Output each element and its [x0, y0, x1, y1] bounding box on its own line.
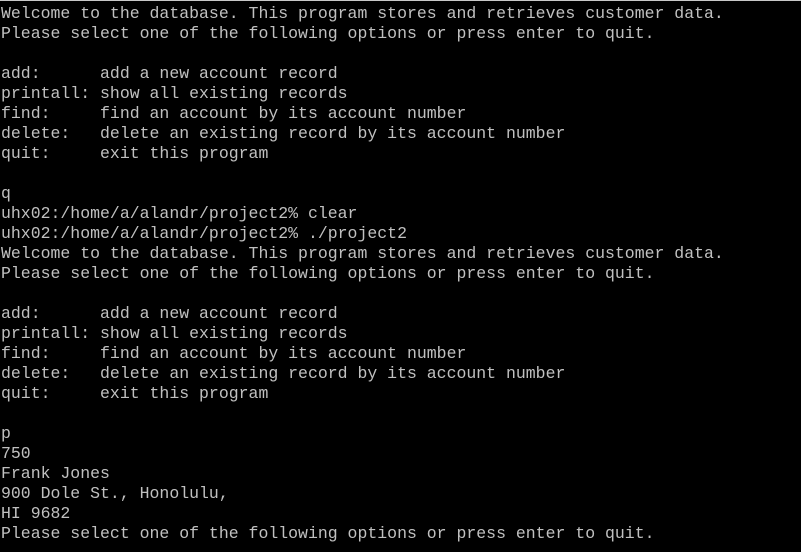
terminal-window[interactable]: Welcome to the database. This program st… [0, 0, 801, 552]
terminal-line: Please select one of the following optio… [1, 264, 655, 283]
menu-option-find: find: find an account by its account num… [1, 344, 467, 363]
menu-option-quit: quit: exit this program [1, 144, 269, 163]
terminal-line: Please select one of the following optio… [1, 24, 655, 43]
record-output-line: 900 Dole St., Honolulu, [1, 484, 229, 503]
menu-option-add: add: add a new account record [1, 304, 338, 323]
terminal-line: Welcome to the database. This program st… [1, 4, 724, 23]
record-output-line: 750 [1, 444, 31, 463]
menu-option-add: add: add a new account record [1, 64, 338, 83]
menu-option-delete: delete: delete an existing record by its… [1, 124, 566, 143]
record-output-line: HI 9682 [1, 504, 71, 523]
terminal-line: Welcome to the database. This program st… [1, 244, 724, 263]
shell-prompt-line: uhx02:/home/a/alandr/project2% ./project… [1, 224, 407, 243]
user-input-line: p [1, 424, 11, 443]
user-input-line: q [1, 184, 11, 203]
menu-option-printall: printall: show all existing records [1, 84, 348, 103]
menu-option-printall: printall: show all existing records [1, 324, 348, 343]
menu-option-delete: delete: delete an existing record by its… [1, 364, 566, 383]
shell-prompt-line: uhx02:/home/a/alandr/project2% clear [1, 204, 358, 223]
menu-option-find: find: find an account by its account num… [1, 104, 467, 123]
menu-option-quit: quit: exit this program [1, 384, 269, 403]
terminal-line: Please select one of the following optio… [1, 524, 655, 543]
record-output-line: Frank Jones [1, 464, 110, 483]
